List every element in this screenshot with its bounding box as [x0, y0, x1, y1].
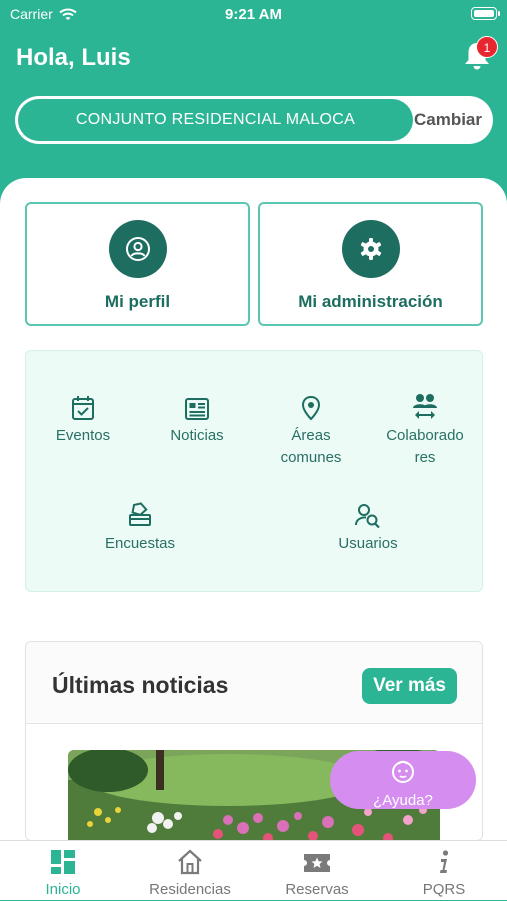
grid-item-eventos[interactable]: Eventos — [26, 391, 140, 447]
admin-label: Mi administración — [298, 292, 443, 311]
tab-label: Inicio — [45, 881, 81, 898]
grid-item-colaboradores[interactable]: Colaborado res — [368, 391, 482, 469]
change-residence-button[interactable]: Cambiar — [414, 96, 482, 144]
calendar-check-icon — [72, 396, 94, 420]
notifications-button[interactable]: 1 — [462, 36, 498, 74]
admin-icon-circle — [341, 220, 400, 278]
grid-item-encuestas[interactable]: Encuestas — [83, 499, 197, 555]
grid-label: Áreas — [291, 427, 331, 444]
dashboard-icon — [51, 850, 75, 874]
grid-item-noticias[interactable]: Noticias — [140, 391, 254, 447]
news-title: Últimas noticias — [52, 672, 229, 698]
clock: 9:21 AM — [225, 6, 282, 23]
tab-reservas[interactable]: Reservas — [254, 841, 380, 901]
help-label: ¿Ayuda? — [373, 792, 433, 809]
profile-label: Mi perfil — [104, 292, 171, 311]
grid-label: Colaborado — [386, 427, 464, 444]
info-icon — [440, 850, 449, 873]
home-icon — [178, 849, 202, 875]
news-card: Últimas noticias Ver más — [25, 641, 483, 841]
tab-pqrs[interactable]: PQRS — [381, 841, 507, 901]
tab-label: Reservas — [285, 881, 349, 898]
user-icon — [125, 237, 150, 261]
grid-label: Eventos — [55, 427, 111, 444]
tab-residencias[interactable]: Residencias — [127, 841, 253, 901]
grid-label: Usuarios — [338, 535, 398, 552]
newspaper-icon — [185, 398, 209, 420]
profile-icon-circle — [108, 220, 167, 278]
grid-label: res — [414, 449, 436, 466]
gear-icon — [360, 238, 381, 260]
grid-item-areas-comunes[interactable]: Áreas comunes — [254, 391, 368, 469]
tab-label: Residencias — [149, 881, 231, 898]
user-search-icon — [355, 504, 380, 529]
residence-selector: CONJUNTO RESIDENCIAL MALOCA Cambiar — [15, 96, 493, 144]
tab-label: PQRS — [422, 881, 466, 898]
residence-name[interactable]: CONJUNTO RESIDENCIAL MALOCA — [18, 99, 413, 141]
baby-face-icon — [392, 760, 414, 783]
quick-access-grid: Eventos Noticias Áreas comunes Colaborad… — [25, 350, 483, 592]
people-exchange-icon — [413, 394, 437, 419]
greeting: Hola, Luis — [16, 44, 131, 71]
profile-card[interactable]: Mi perfil — [25, 202, 250, 326]
tab-bar: Inicio Residencias Reservas PQRS — [0, 840, 507, 900]
notification-badge: 1 — [476, 36, 498, 58]
news-header: Últimas noticias Ver más — [26, 642, 482, 724]
status-bar: Carrier 9:21 AM — [0, 0, 507, 28]
battery-icon — [471, 7, 500, 20]
grid-label: comunes — [280, 449, 342, 466]
location-pin-icon — [301, 395, 321, 421]
grid-label: Noticias — [170, 427, 224, 444]
tab-inicio[interactable]: Inicio — [0, 841, 126, 901]
ticket-star-icon — [304, 854, 330, 872]
help-button[interactable]: ¿Ayuda? — [330, 751, 476, 809]
see-more-button[interactable]: Ver más — [362, 668, 457, 704]
ballot-box-icon — [129, 502, 151, 526]
grid-item-usuarios[interactable]: Usuarios — [311, 499, 425, 555]
grid-label: Encuestas — [104, 535, 176, 552]
admin-card[interactable]: Mi administración — [258, 202, 483, 326]
